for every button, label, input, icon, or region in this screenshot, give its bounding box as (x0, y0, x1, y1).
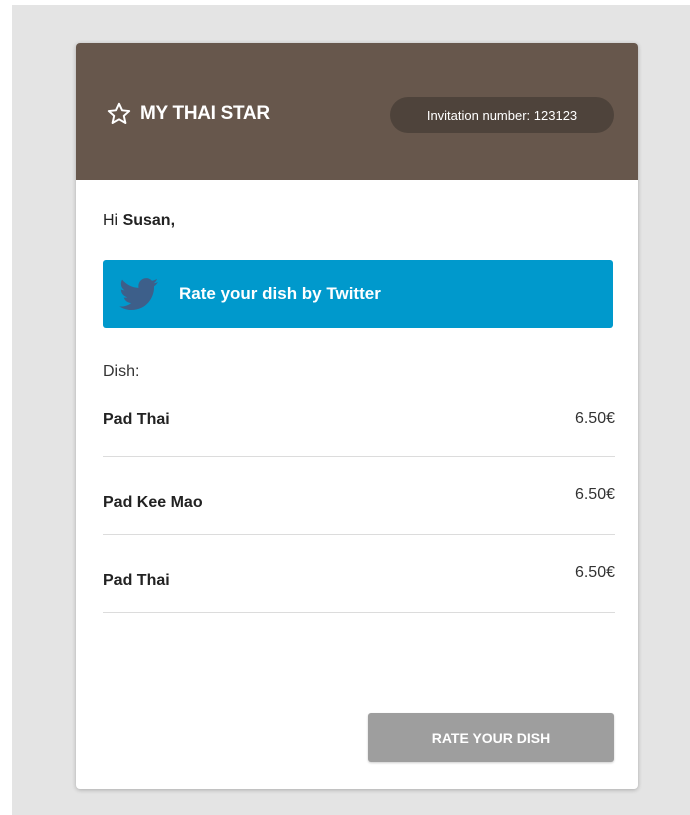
dish-name: Pad Thai (103, 572, 170, 589)
invitation-badge: Invitation number: 123123 (390, 97, 614, 133)
star-outline-icon (106, 101, 132, 127)
dish-section-label: Dish: (103, 363, 140, 380)
brand-name: MY THAI STAR (140, 103, 270, 124)
twitter-rate-label: Rate your dish by Twitter (179, 284, 381, 303)
dish-price: 6.50€ (574, 410, 615, 427)
greeting: Hi Susan, (103, 212, 175, 230)
greeting-prefix: Hi (103, 212, 119, 229)
dish-row: Pad Thai 6.50€ (103, 388, 615, 457)
card-header: MY THAI STAR Invitation number: 123123 (76, 43, 638, 180)
dish-list: Pad Thai 6.50€ Pad Kee Mao 6.50€ Pad Tha… (103, 388, 615, 620)
dish-name: Pad Kee Mao (103, 494, 203, 511)
rating-card: MY THAI STAR Invitation number: 123123 H… (76, 43, 638, 789)
twitter-rate-button[interactable]: Rate your dish by Twitter (103, 260, 613, 328)
greeting-name: Susan, (122, 212, 176, 229)
dish-row: Pad Thai 6.50€ (103, 542, 615, 613)
dish-price: 6.50€ (574, 564, 615, 581)
dish-row: Pad Kee Mao 6.50€ (103, 464, 615, 535)
dish-name: Pad Thai (103, 411, 170, 428)
rate-dish-button[interactable]: RATE YOUR DISH (368, 713, 614, 762)
dish-price: 6.50€ (574, 486, 615, 503)
twitter-bird-icon (103, 277, 159, 311)
brand: MY THAI STAR (106, 101, 270, 127)
